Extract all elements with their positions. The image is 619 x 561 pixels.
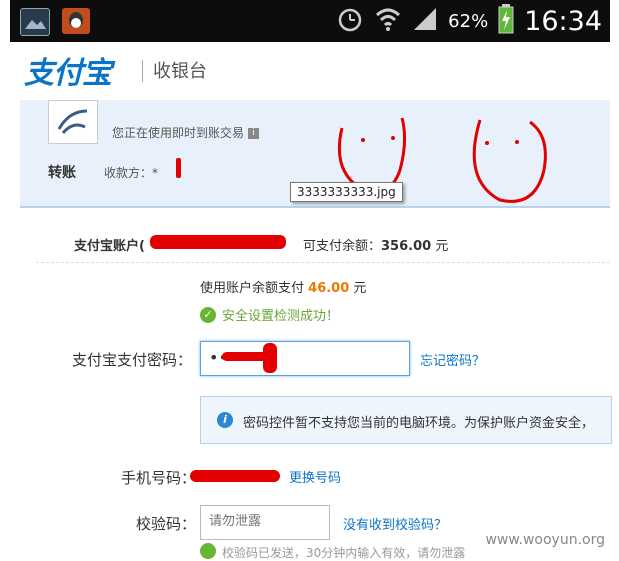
image-filename-tooltip: 3333333333.jpg bbox=[290, 182, 403, 202]
change-phone-link[interactable]: 更换号码 bbox=[289, 467, 341, 486]
info-icon[interactable]: i bbox=[248, 128, 260, 139]
forgot-password-link[interactable]: 忘记密码？ bbox=[420, 350, 485, 369]
verification-code-input[interactable] bbox=[201, 506, 327, 537]
signal-icon bbox=[412, 6, 438, 36]
info-circle-icon: i bbox=[217, 412, 233, 428]
security-check-status: ✓ 安全设置检测成功！ bbox=[200, 305, 339, 324]
alipay-logo: 支付宝 bbox=[24, 56, 112, 91]
resend-code-link[interactable]: 没有收到校验码？ bbox=[343, 514, 447, 533]
check-circle-icon: ✓ bbox=[200, 306, 216, 323]
cashier-header: 支付宝 收银台 bbox=[10, 42, 610, 100]
divider bbox=[36, 262, 610, 263]
watermark: www.wooyun.org bbox=[485, 532, 605, 548]
verification-code-field[interactable] bbox=[200, 505, 330, 540]
clock: 16:34 bbox=[524, 5, 602, 37]
code-sent-check-icon bbox=[200, 543, 216, 559]
gallery-icon bbox=[20, 8, 50, 36]
account-redaction bbox=[150, 235, 286, 249]
qq-icon bbox=[62, 8, 90, 34]
transfer-logo-icon bbox=[48, 100, 98, 144]
alipay-account-label: 支付宝账户( bbox=[74, 239, 145, 254]
status-bar: 62% 16:34 bbox=[10, 0, 610, 42]
transaction-type-text: 您正在使用即时到账交易 i bbox=[112, 124, 260, 141]
header-divider bbox=[142, 60, 143, 82]
alarm-icon bbox=[336, 5, 364, 37]
password-control-notice: i 密码控件暂不支持您当前的电脑环境。为保护账户资金安全， bbox=[200, 396, 612, 444]
battery-icon bbox=[498, 4, 514, 38]
phone-redaction bbox=[190, 470, 280, 482]
order-type-label: 转账 bbox=[48, 165, 76, 181]
battery-percent: 62% bbox=[448, 10, 489, 32]
verification-code-label: 校验码： bbox=[136, 515, 197, 533]
phone-label: 手机号码： bbox=[121, 469, 197, 487]
payee-label: 收款方：* bbox=[104, 166, 159, 180]
balance-payment-text: 使用账户余额支付 46.00 元 bbox=[200, 281, 367, 296]
cashier-title: 收银台 bbox=[153, 61, 207, 82]
wifi-icon bbox=[374, 5, 402, 37]
available-balance: 可支付余额：356.00 元 bbox=[303, 239, 449, 254]
password-redaction-2 bbox=[263, 343, 277, 373]
password-label: 支付宝支付密码： bbox=[72, 351, 193, 369]
code-sent-text: 校验码已发送，30分钟内输入有效，请勿泄露 bbox=[222, 546, 466, 560]
payee-redaction bbox=[176, 158, 181, 178]
